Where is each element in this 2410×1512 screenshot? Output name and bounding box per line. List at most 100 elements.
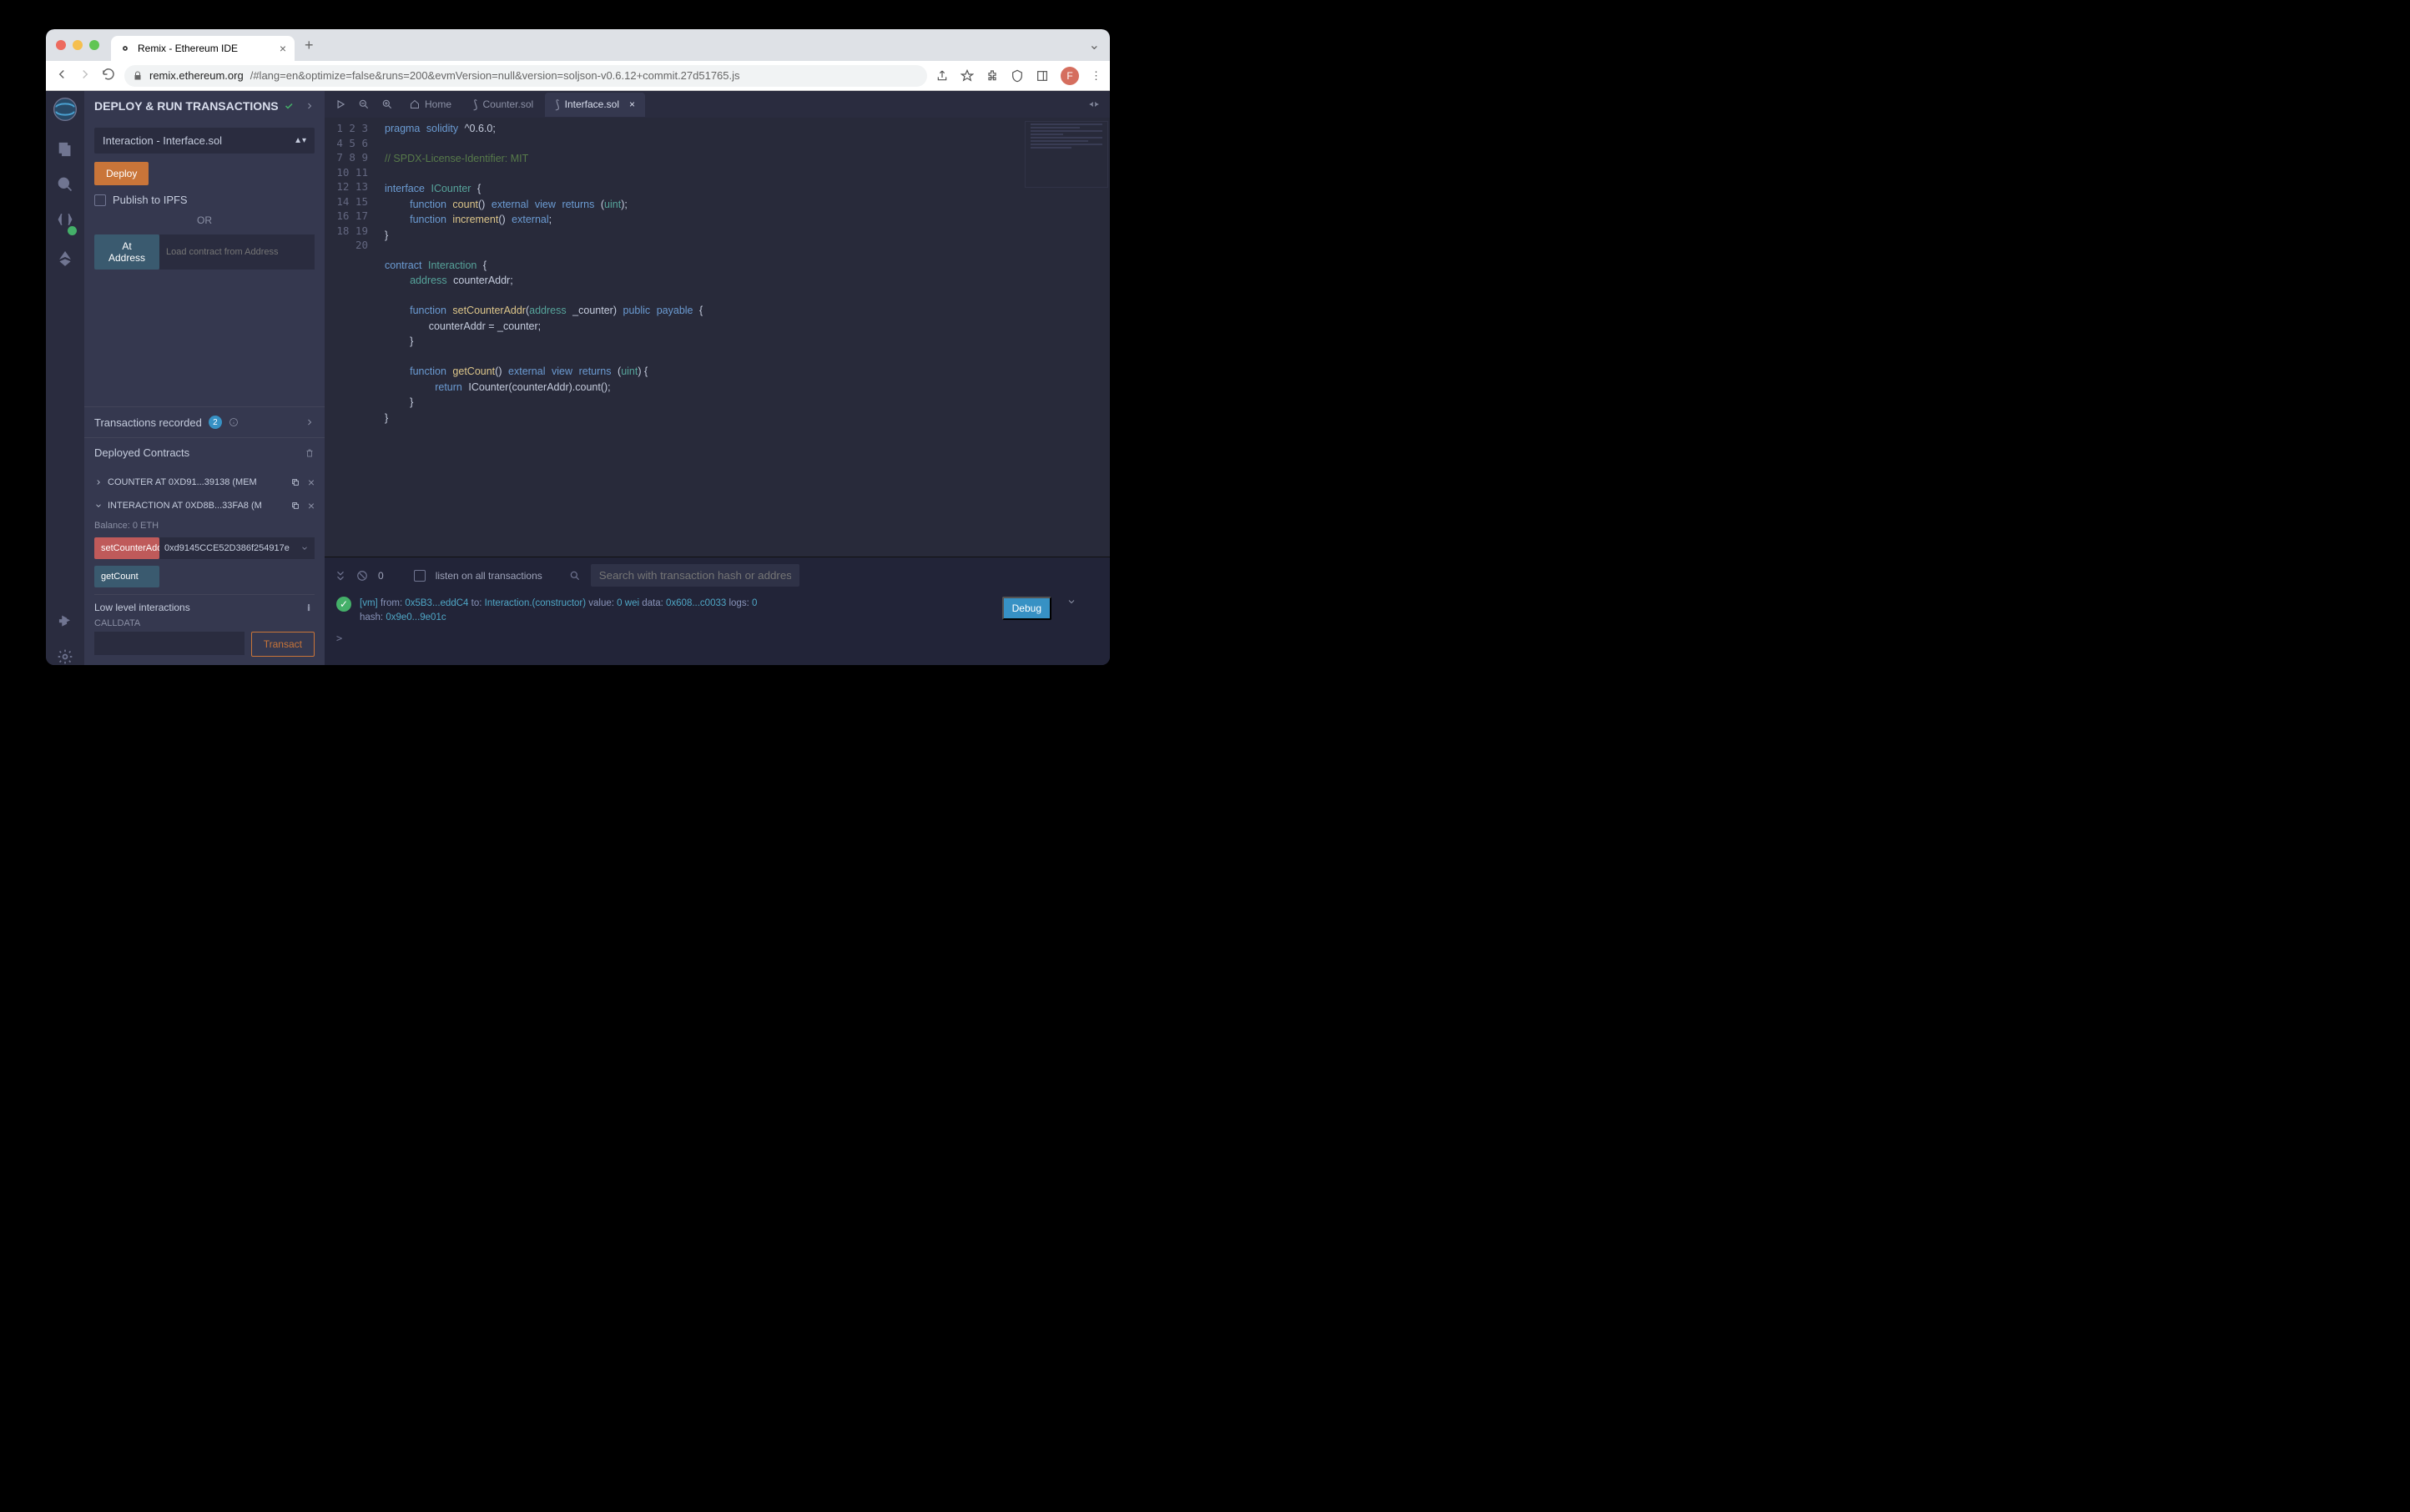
debug-button[interactable]: Debug [1002, 597, 1051, 620]
tab-counter[interactable]: ⟆ Counter.sol [463, 93, 543, 117]
instance-name: INTERACTION AT 0XD8B...33FA8 (M [108, 501, 262, 511]
success-icon: ✓ [336, 597, 351, 612]
info-icon[interactable] [303, 602, 315, 613]
window-controls [56, 40, 99, 50]
back-button[interactable] [54, 67, 69, 84]
instance-interaction[interactable]: INTERACTION AT 0XD8B...33FA8 (M × [94, 494, 315, 517]
line-gutter: 1 2 3 4 5 6 7 8 9 10 11 12 13 14 15 16 1… [325, 118, 376, 557]
lli-title: Low level interactions [94, 602, 190, 613]
trash-icon[interactable] [305, 448, 315, 458]
listen-checkbox[interactable] [414, 570, 426, 582]
checkbox-icon [94, 194, 106, 206]
chevron-right-icon[interactable] [305, 101, 315, 111]
zoom-in-icon[interactable] [376, 98, 398, 110]
maximize-window-icon[interactable] [89, 40, 99, 50]
close-instance-icon[interactable]: × [308, 499, 315, 512]
contract-select-value: Interaction - Interface.sol [103, 134, 222, 147]
editor-area: Home ⟆ Counter.sol ⟆Interface.sol× 1 2 3 … [325, 91, 1110, 665]
terminal-search-input[interactable] [591, 564, 799, 587]
pending-count: 0 [378, 570, 384, 582]
browser-tab-title: Remix - Ethereum IDE [138, 43, 238, 54]
expand-args-icon[interactable] [295, 537, 315, 559]
share-icon[interactable] [935, 69, 949, 83]
tab-home[interactable]: Home [400, 93, 461, 115]
reload-button[interactable] [101, 67, 116, 84]
tx-recorded-section[interactable]: Transactions recorded 2 [84, 406, 325, 437]
address-bar: remix.ethereum.org /#lang=en&optimize=fal… [46, 61, 1110, 91]
instance-name: COUNTER AT 0XD91...39138 (MEM [108, 477, 257, 487]
close-instance-icon[interactable]: × [308, 476, 315, 489]
solidity-icon: ⟆ [473, 98, 477, 112]
log-entry[interactable]: ✓ [vm] from: 0x5B3...eddC4 to: Interacti… [325, 593, 1110, 629]
setcounteraddr-input[interactable] [159, 537, 295, 559]
terminal-toolbar: 0 listen on all transactions [325, 557, 1110, 593]
browser-tab-remix[interactable]: Remix - Ethereum IDE × [111, 36, 295, 61]
compiler-icon[interactable] [57, 211, 73, 232]
icon-sidebar [46, 91, 84, 665]
url-path: /#lang=en&optimize=false&runs=200&evmVer… [250, 69, 740, 82]
check-icon [284, 101, 294, 111]
setcounteraddr-button[interactable]: setCounterAdd [94, 537, 159, 559]
or-divider: OR [94, 214, 315, 226]
select-caret-icon: ▲▾ [294, 136, 306, 145]
close-window-icon[interactable] [56, 40, 66, 50]
shield-icon[interactable] [1011, 69, 1024, 83]
solidity-icon: ⟆ [555, 98, 559, 112]
panel-icon[interactable] [1036, 69, 1049, 83]
settings-icon[interactable] [57, 648, 73, 665]
tab-interface[interactable]: ⟆Interface.sol× [545, 93, 645, 117]
url-host: remix.ethereum.org [149, 69, 244, 82]
transact-button[interactable]: Transact [251, 632, 315, 657]
forward-button[interactable] [78, 67, 93, 84]
at-address-input[interactable] [159, 234, 315, 270]
publish-ipfs-checkbox[interactable]: Publish to IPFS [94, 194, 315, 206]
tab-counter-label: Counter.sol [482, 98, 533, 110]
remix-logo-icon[interactable] [52, 96, 78, 123]
terminal-prompt[interactable]: > [325, 629, 1110, 648]
tabs-overflow-icon[interactable]: ⌄ [1089, 37, 1100, 53]
code-editor[interactable]: 1 2 3 4 5 6 7 8 9 10 11 12 13 14 15 16 1… [325, 118, 1110, 557]
run-icon[interactable] [330, 98, 351, 110]
deploy-icon[interactable] [57, 250, 73, 267]
compiler-status-icon [68, 226, 77, 235]
listen-label: listen on all transactions [436, 570, 542, 582]
at-address-button[interactable]: At Address [94, 234, 159, 270]
menu-button[interactable]: ⋮ [1091, 69, 1102, 83]
deploy-button[interactable]: Deploy [94, 162, 149, 185]
url-input[interactable]: remix.ethereum.org /#lang=en&optimize=fal… [124, 65, 927, 87]
search-icon[interactable] [57, 176, 73, 193]
close-tab-icon[interactable]: × [629, 98, 635, 110]
profile-avatar[interactable]: F [1061, 67, 1079, 85]
clear-icon[interactable] [356, 570, 368, 582]
split-editor-icon[interactable] [1083, 98, 1105, 110]
minimize-window-icon[interactable] [73, 40, 83, 50]
close-tab-icon[interactable]: × [280, 42, 286, 55]
instance-counter[interactable]: COUNTER AT 0XD91...39138 (MEM × [94, 471, 315, 494]
copy-icon[interactable] [291, 476, 300, 489]
search-icon[interactable] [569, 570, 581, 582]
copy-icon[interactable] [291, 499, 300, 512]
minimap[interactable] [1025, 121, 1108, 188]
extensions-icon[interactable] [986, 69, 999, 83]
file-explorer-icon[interactable] [57, 141, 73, 158]
calldata-input[interactable] [94, 632, 245, 655]
panel-title: DEPLOY & RUN TRANSACTIONS [94, 99, 279, 113]
deployed-contracts-title: Deployed Contracts [94, 446, 189, 459]
chevron-down-icon [94, 501, 103, 510]
remix-favicon-icon [119, 43, 131, 54]
log-text: [vm] from: 0x5B3...eddC4 to: Interaction… [360, 597, 994, 626]
fn-getcount: getCount [94, 566, 315, 587]
fn-setcounteraddr: setCounterAdd [94, 537, 315, 559]
plugin-icon[interactable] [57, 613, 73, 630]
tab-home-label: Home [425, 98, 451, 110]
tx-recorded-label: Transactions recorded [94, 416, 202, 429]
chevron-down-icon[interactable] [1066, 597, 1076, 607]
bookmark-icon[interactable] [960, 69, 974, 83]
browser-window: Remix - Ethereum IDE × + ⌄ remix.ethereu… [46, 29, 1110, 665]
getcount-button[interactable]: getCount [94, 566, 159, 587]
zoom-out-icon[interactable] [353, 98, 375, 110]
collapse-icon[interactable] [335, 570, 346, 582]
new-tab-button[interactable]: + [305, 37, 314, 54]
chevron-right-icon [305, 417, 315, 427]
contract-select[interactable]: Interaction - Interface.sol ▲▾ [94, 128, 315, 154]
